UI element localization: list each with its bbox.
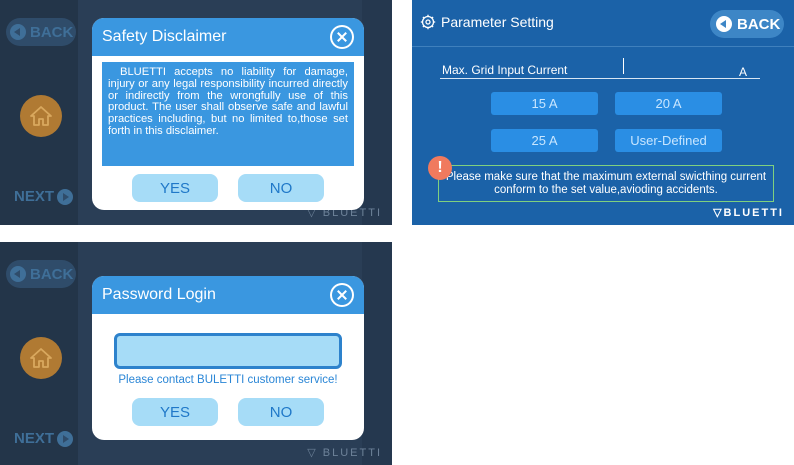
no-button[interactable]: NO bbox=[238, 398, 324, 426]
dialog-title: Password Login bbox=[102, 286, 216, 303]
bluetti-logo: ▽BLUETTI bbox=[713, 207, 784, 219]
safety-disclaimer-dialog: Safety Disclaimer BLUETTI accepts no lia… bbox=[92, 18, 364, 210]
current-input-field[interactable] bbox=[623, 58, 624, 74]
warning-icon: ! bbox=[428, 156, 452, 180]
close-icon[interactable] bbox=[330, 25, 354, 49]
back-arrow-icon bbox=[716, 16, 732, 32]
parameter-setting-screen: Parameter Setting BACK Max. Grid Input C… bbox=[412, 0, 794, 225]
home-button[interactable] bbox=[20, 95, 62, 137]
back-arrow-icon bbox=[10, 266, 26, 282]
yes-button[interactable]: YES bbox=[132, 174, 218, 202]
password-login-screen: BACK NEXT ▽ BLUETTI Password Login Pleas… bbox=[0, 242, 392, 465]
back-label: BACK bbox=[30, 23, 74, 41]
home-icon bbox=[30, 106, 52, 126]
next-label: NEXT bbox=[14, 430, 55, 447]
back-button[interactable]: BACK bbox=[6, 18, 76, 46]
dialog-header: Password Login bbox=[92, 276, 364, 314]
input-underline bbox=[440, 78, 760, 79]
password-input[interactable] bbox=[114, 333, 342, 369]
parameter-title: Parameter Setting bbox=[420, 14, 554, 30]
home-icon bbox=[30, 348, 52, 368]
dialog-button-row: YES NO bbox=[92, 174, 364, 202]
next-button[interactable]: NEXT bbox=[14, 188, 74, 205]
password-hint: Please contact BULETTI customer service! bbox=[118, 374, 338, 386]
gear-icon bbox=[420, 14, 436, 30]
option-15a-button[interactable]: 15 A bbox=[491, 92, 598, 115]
option-20a-button[interactable]: 20 A bbox=[615, 92, 722, 115]
password-login-dialog: Password Login Please contact BULETTI cu… bbox=[92, 276, 364, 440]
close-icon[interactable] bbox=[330, 283, 354, 307]
max-grid-input-current-label: Max. Grid Input Current bbox=[442, 63, 568, 77]
warning-message: Please make sure that the maximum extern… bbox=[438, 165, 774, 202]
option-25a-button[interactable]: 25 A bbox=[491, 129, 598, 152]
dialog-button-row: YES NO bbox=[92, 398, 364, 426]
next-arrow-icon bbox=[57, 430, 74, 447]
back-button[interactable]: BACK bbox=[710, 10, 784, 38]
no-button[interactable]: NO bbox=[238, 174, 324, 202]
unit-label: A bbox=[739, 65, 748, 79]
disclaimer-text: BLUETTI accepts no liability for damage,… bbox=[102, 62, 354, 166]
header-divider bbox=[412, 46, 794, 47]
safety-disclaimer-screen: BACK NEXT ▽ BLUETTI Safety Disclaimer BL… bbox=[0, 0, 392, 225]
dialog-header: Safety Disclaimer bbox=[92, 18, 364, 56]
back-button[interactable]: BACK bbox=[6, 260, 76, 288]
next-label: NEXT bbox=[14, 188, 55, 205]
warning-text: Please make sure that the maximum extern… bbox=[445, 171, 767, 196]
right-strip bbox=[362, 0, 392, 225]
next-button[interactable]: NEXT bbox=[14, 430, 74, 447]
dialog-title: Safety Disclaimer bbox=[102, 28, 227, 45]
bluetti-logo: ▽ BLUETTI bbox=[307, 447, 382, 459]
back-label: BACK bbox=[737, 15, 781, 33]
option-user-defined-button[interactable]: User-Defined bbox=[615, 129, 722, 152]
yes-button[interactable]: YES bbox=[132, 398, 218, 426]
back-label: BACK bbox=[30, 265, 74, 283]
parameter-title-text: Parameter Setting bbox=[441, 14, 554, 30]
back-arrow-icon bbox=[10, 24, 26, 40]
next-arrow-icon bbox=[57, 188, 74, 205]
home-button[interactable] bbox=[20, 337, 62, 379]
right-strip bbox=[362, 242, 392, 465]
